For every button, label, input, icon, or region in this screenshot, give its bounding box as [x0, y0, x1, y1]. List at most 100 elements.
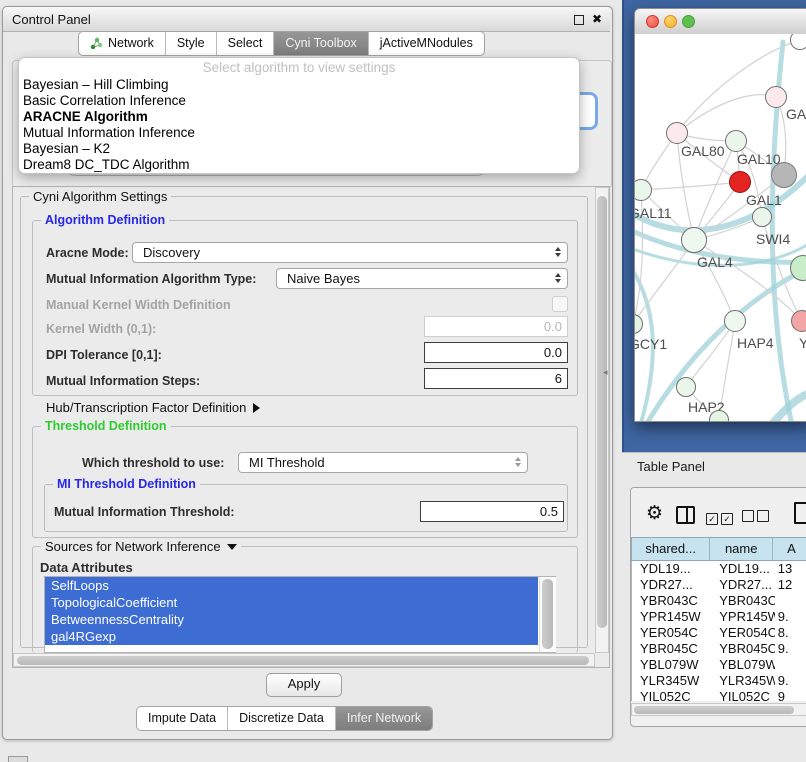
tab-label: Style: [177, 32, 205, 55]
tab-label: Select: [228, 32, 263, 55]
tab-label: Discretize Data: [239, 707, 324, 730]
table-row[interactable]: YIL052CYIL052C9: [632, 689, 806, 701]
scrollbar-thumb[interactable]: [597, 196, 607, 628]
network-node[interactable]: [771, 162, 797, 188]
table-cell: 8.: [775, 625, 806, 641]
list-scrollbar[interactable]: [539, 577, 556, 652]
algorithm-option-bayesian-hill-climbing[interactable]: Bayesian – Hill Climbing: [19, 77, 579, 93]
document-icon[interactable]: [794, 502, 806, 524]
column-header-a[interactable]: A: [773, 538, 806, 560]
column-header-shared[interactable]: shared...: [632, 538, 710, 560]
table-cell: YDL19...: [632, 561, 711, 577]
panel-splitter-handle[interactable]: ◂: [603, 367, 608, 378]
attribute-item-betweennesscentrality[interactable]: BetweennessCentrality: [45, 611, 538, 628]
tab-select[interactable]: Select: [217, 32, 275, 55]
zoom-traffic-light[interactable]: [682, 15, 695, 28]
network-node-swi4[interactable]: [752, 207, 772, 227]
gear-icon[interactable]: ⚙: [646, 504, 663, 523]
table-row[interactable]: YER054CYER054C8.: [632, 625, 806, 641]
table-cell: YLR345W: [632, 673, 711, 689]
float-window-icon[interactable]: [574, 15, 584, 25]
node-label-gcy1: GCY1: [635, 336, 667, 352]
network-node-hap2[interactable]: [676, 377, 696, 397]
scrollbar-thumb[interactable]: [17, 656, 589, 665]
table-panel-title: Table Panel: [637, 459, 705, 474]
table-row[interactable]: YBR045CYBR045C9.: [632, 641, 806, 657]
network-node-hap4[interactable]: [724, 310, 746, 332]
scrollbar-thumb[interactable]: [634, 706, 794, 714]
close-icon[interactable]: ✖: [592, 7, 602, 32]
which-threshold-select[interactable]: MI Threshold: [238, 452, 528, 473]
algorithm-option-aracne-algorithm[interactable]: ARACNE Algorithm: [19, 109, 579, 125]
network-node-gal1[interactable]: [729, 171, 751, 193]
table-row[interactable]: YBL079WYBL079W: [632, 657, 806, 673]
network-canvas[interactable]: GALGAL80GAL10GAL1GAL11SWI4GAL4GCY1HAP4YH…: [635, 34, 806, 421]
close-traffic-light[interactable]: [646, 15, 659, 28]
apply-button[interactable]: Apply: [266, 673, 342, 697]
table-row[interactable]: YBR043CYBR043C: [632, 593, 806, 609]
algorithm-option-basic-correlation-inference[interactable]: Basic Correlation Inference: [19, 93, 579, 109]
table-horizontal-scrollbar[interactable]: [631, 703, 806, 716]
mi-steps-field[interactable]: 6: [424, 368, 568, 389]
which-threshold-label: Which threshold to use:: [82, 456, 224, 470]
attribute-item-topologicalcoefficient[interactable]: TopologicalCoefficient: [45, 594, 538, 611]
tab-discretize-data[interactable]: Discretize Data: [228, 707, 336, 730]
settings-horizontal-scrollbar[interactable]: [13, 653, 595, 667]
column-layout-icon[interactable]: [676, 506, 695, 524]
node-label-gal1: GAL1: [746, 192, 782, 208]
manual-kernel-checkbox[interactable]: [552, 296, 568, 312]
table-cell: YBL079W: [632, 657, 711, 673]
network-node-gal4[interactable]: [681, 227, 707, 253]
data-attributes-list[interactable]: SelfLoopsTopologicalCoefficientBetweenne…: [44, 576, 556, 653]
network-node-gal[interactable]: [765, 86, 787, 108]
network-node-gal10[interactable]: [725, 130, 747, 152]
aracne-mode-select[interactable]: Discovery: [132, 242, 568, 263]
tab-impute-data[interactable]: Impute Data: [137, 707, 228, 730]
tab-label: Impute Data: [148, 707, 216, 730]
select-all-checkboxes-icon[interactable]: ✓✓: [706, 509, 736, 527]
dpi-tolerance-label: DPI Tolerance [0,1]:: [46, 348, 162, 362]
scrollbar-thumb[interactable]: [542, 579, 553, 649]
sources-expander[interactable]: Sources for Network Inference: [41, 539, 241, 554]
mi-threshold-label: Mutual Information Threshold:: [54, 505, 235, 519]
attribute-item-gal4rgexp[interactable]: gal4RGexp: [45, 628, 538, 645]
mi-steps-label: Mutual Information Steps:: [46, 374, 200, 388]
tab-cyni-toolbox[interactable]: Cyni Toolbox: [274, 32, 368, 55]
node-label-gal80: GAL80: [681, 143, 725, 159]
node-label-gal: GAL: [786, 106, 806, 122]
hub-definition-expander[interactable]: Hub/Transcription Factor Definition: [46, 400, 260, 415]
algorithm-option-dream8-dc-tdc-algorithm[interactable]: Dream8 DC_TDC Algorithm: [19, 157, 579, 173]
kernel-width-field[interactable]: 0.0: [424, 316, 568, 337]
algorithm-option-mutual-information-inference[interactable]: Mutual Information Inference: [19, 125, 579, 141]
algorithm-option-bayesian-k2[interactable]: Bayesian – K2: [19, 141, 579, 157]
deselect-all-checkboxes-icon[interactable]: [742, 509, 772, 527]
control-panel-title: Control Panel: [12, 12, 91, 27]
tab-style[interactable]: Style: [166, 32, 217, 55]
dpi-tolerance-field[interactable]: 0.0: [424, 342, 568, 363]
table-cell: YPR145W: [632, 609, 711, 625]
network-node-gal80[interactable]: [666, 122, 688, 144]
settings-vertical-scrollbar[interactable]: [595, 187, 609, 653]
minimize-traffic-light[interactable]: [664, 15, 677, 28]
control-panel-titlebar: Control Panel ✖: [3, 7, 610, 32]
column-header-name[interactable]: name: [710, 538, 773, 560]
group-title: MI Threshold Definition: [53, 477, 200, 491]
partial-button[interactable]: [8, 756, 28, 762]
attribute-item-selfloops[interactable]: SelfLoops: [45, 577, 538, 594]
mi-threshold-field[interactable]: 0.5: [420, 501, 564, 522]
table-row[interactable]: YPR145WYPR145W9.: [632, 609, 806, 625]
table-row[interactable]: YDR27...YDR27...12: [632, 577, 806, 593]
network-icon: [90, 37, 103, 50]
stepper-icon: [555, 273, 561, 283]
tab-infer-network[interactable]: Infer Network: [336, 707, 432, 730]
algorithm-dropdown: Select algorithm to view settings Bayesi…: [18, 57, 580, 174]
network-node-y[interactable]: [791, 310, 806, 332]
tab-network[interactable]: Network: [79, 32, 166, 55]
tab-jactivemnodules[interactable]: jActiveMNodules: [369, 32, 484, 55]
table-row[interactable]: YLR345WYLR345W9.: [632, 673, 806, 689]
table-cell: YBR045C: [711, 641, 775, 657]
network-window-titlebar: [635, 9, 806, 35]
table-cell: 9: [775, 689, 806, 701]
mi-algorithm-type-select[interactable]: Naive Bayes: [276, 268, 568, 289]
table-row[interactable]: YDL19...YDL19...13: [632, 561, 806, 577]
